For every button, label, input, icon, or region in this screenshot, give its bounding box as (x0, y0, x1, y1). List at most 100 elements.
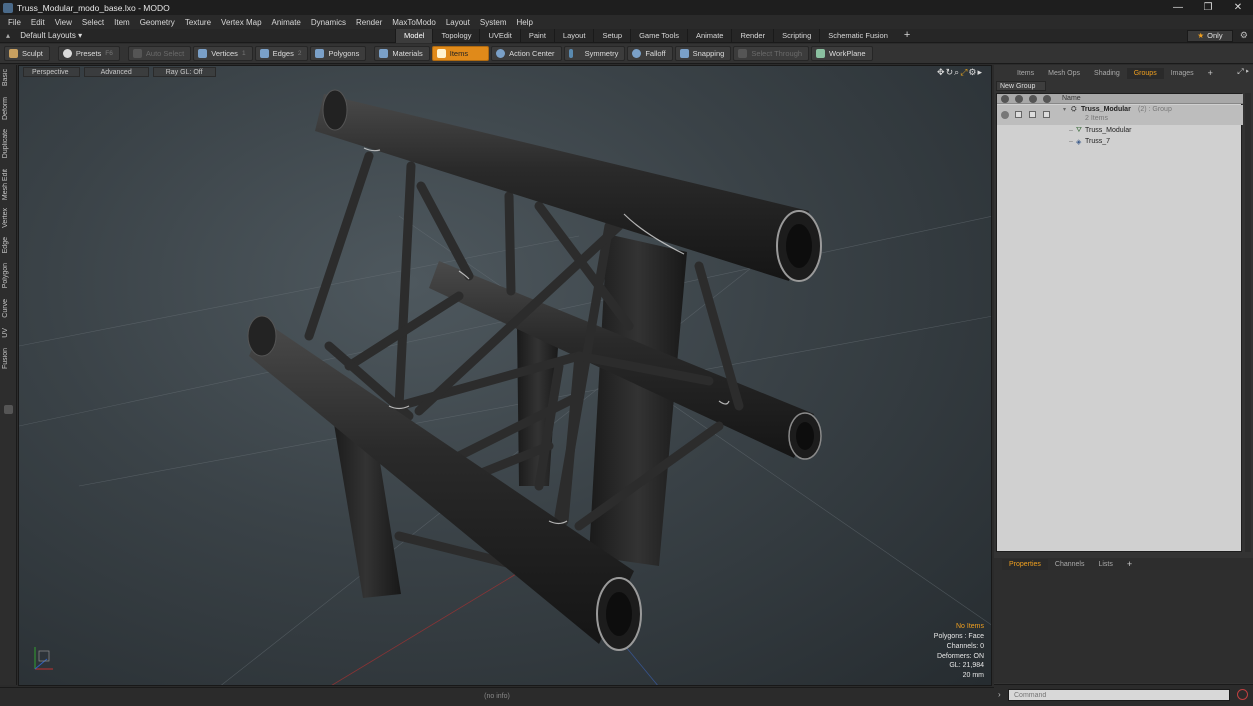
polygons-button[interactable]: Polygons (310, 46, 367, 61)
left-tab-polygon[interactable]: Polygon (2, 263, 9, 288)
eye-icon[interactable] (1001, 111, 1009, 119)
tab-render[interactable]: Render (731, 29, 773, 43)
menu-geometry[interactable]: Geometry (139, 18, 176, 27)
menu-dynamics[interactable]: Dynamics (310, 18, 347, 27)
tab-items[interactable]: Items (1010, 68, 1041, 79)
symmetry-label: Symmetry (584, 49, 619, 58)
perspective-view-button[interactable]: Perspective (23, 67, 80, 77)
action-center-button[interactable]: Action Center (491, 46, 562, 61)
expand-panel-icon[interactable]: ⤢ ▸ (1237, 67, 1249, 77)
pan-icon[interactable]: ✥ (937, 67, 946, 77)
add-panel-tab-button[interactable]: + (1201, 68, 1220, 79)
select-col-icon[interactable] (1043, 95, 1051, 103)
viewport-menu-icon[interactable]: ▸ (977, 67, 983, 77)
lock-checkbox[interactable] (1029, 111, 1036, 118)
viewport-header: Perspective Advanced Ray GL: Off ✥↻⌕⤢⚙▸ (19, 66, 991, 78)
new-group-button[interactable]: New Group (996, 81, 1046, 91)
tab-animate[interactable]: Animate (686, 29, 732, 43)
menu-help[interactable]: Help (516, 18, 534, 27)
advanced-shading-button[interactable]: Advanced (83, 67, 149, 77)
items-button[interactable]: Items (431, 46, 490, 61)
tab-model[interactable]: Model (395, 29, 433, 43)
tab-groups[interactable]: Groups (1126, 67, 1164, 79)
menu-select[interactable]: Select (81, 18, 105, 27)
menu-edit[interactable]: Edit (30, 18, 46, 27)
tab-schematic-fusion[interactable]: Schematic Fusion (819, 29, 896, 43)
edges-icon (259, 49, 269, 58)
restore-button[interactable]: ❐ (1193, 0, 1223, 15)
menu-vertex-map[interactable]: Vertex Map (220, 18, 262, 27)
menu-texture[interactable]: Texture (184, 18, 212, 27)
menu-maxtomodo[interactable]: MaxToModo (391, 18, 437, 27)
left-tab-basic[interactable]: Basic (2, 69, 9, 86)
left-tab-curve[interactable]: Curve (2, 299, 9, 318)
tab-mesh-ops[interactable]: Mesh Ops (1041, 68, 1087, 79)
menu-view[interactable]: View (54, 18, 73, 27)
list-item[interactable]: – ◈ Truss_7 (997, 137, 1243, 148)
minimize-button[interactable]: — (1163, 0, 1193, 15)
add-tab-button[interactable]: + (896, 29, 918, 43)
snapping-button[interactable]: Snapping (674, 46, 732, 61)
mesh-item-icon: ⛛ (1076, 127, 1082, 134)
render-checkbox[interactable] (1015, 111, 1022, 118)
viewport-stats: No Items Polygons : Face Channels: 0 Def… (934, 622, 984, 681)
select-through-button[interactable]: Select Through (733, 46, 810, 61)
only-toggle[interactable]: ★ Only (1187, 30, 1233, 42)
panel-toggle-icon[interactable] (4, 405, 13, 414)
record-macro-icon[interactable] (1237, 689, 1248, 700)
menu-animate[interactable]: Animate (271, 18, 302, 27)
group-row[interactable]: ▾ ⛭ Truss_Modular (2) : Group 2 Items (997, 105, 1243, 125)
command-input[interactable] (1008, 689, 1230, 701)
3d-viewport[interactable]: Perspective Advanced Ray GL: Off ✥↻⌕⤢⚙▸ … (18, 65, 992, 686)
falloff-button[interactable]: Falloff (627, 46, 673, 61)
collapse-toggle-icon[interactable]: ▾ (1063, 106, 1066, 113)
visibility-col-icon[interactable] (1001, 95, 1009, 103)
list-item[interactable]: – ⛛ Truss_Modular (997, 126, 1243, 137)
tab-shading[interactable]: Shading (1087, 68, 1127, 79)
left-tab-vertex[interactable]: Vertex (2, 208, 9, 228)
menu-layout[interactable]: Layout (445, 18, 471, 27)
edges-button[interactable]: Edges 2 (254, 46, 309, 61)
left-tab-edge[interactable]: Edge (2, 237, 9, 253)
ray-gl-toggle[interactable]: Ray GL: Off (152, 67, 216, 77)
tab-layout[interactable]: Layout (553, 29, 594, 43)
left-tab-duplicate[interactable]: Duplicate (2, 129, 9, 158)
tab-lists[interactable]: Lists (1091, 559, 1119, 570)
tab-setup[interactable]: Setup (593, 29, 630, 43)
menu-item[interactable]: Item (113, 18, 131, 27)
tab-properties[interactable]: Properties (1002, 558, 1048, 570)
render-col-icon[interactable] (1015, 95, 1023, 103)
tab-paint[interactable]: Paint (519, 29, 554, 43)
tab-uvedit[interactable]: UVEdit (479, 29, 519, 43)
default-layouts-label: Default Layouts ▾ (20, 31, 83, 40)
add-prop-tab-button[interactable]: + (1120, 559, 1139, 570)
menu-system[interactable]: System (479, 18, 508, 27)
left-tab-deform[interactable]: Deform (2, 97, 9, 120)
menu-render[interactable]: Render (355, 18, 383, 27)
tab-images[interactable]: Images (1164, 68, 1201, 79)
left-tab-mesh-edit[interactable]: Mesh Edit (2, 169, 9, 200)
tab-scripting[interactable]: Scripting (773, 29, 819, 43)
lock-col-icon[interactable] (1029, 95, 1037, 103)
vertices-button[interactable]: Vertices 1 (193, 46, 253, 61)
gear-icon[interactable]: ⚙ (1240, 30, 1248, 41)
left-tab-uv[interactable]: UV (2, 328, 9, 338)
auto-select-button[interactable]: Auto Select (127, 46, 192, 61)
symmetry-button[interactable]: Symmetry (563, 46, 626, 61)
default-layouts-dropdown[interactable]: ▴ Default Layouts ▾ (6, 31, 82, 40)
workplane-button[interactable]: WorkPlane (811, 46, 873, 61)
materials-button[interactable]: Materials (374, 46, 430, 61)
properties-panel (994, 570, 1253, 683)
presets-button[interactable]: Presets F6 (57, 46, 120, 61)
list-scrollbar[interactable] (1245, 93, 1251, 552)
tab-topology[interactable]: Topology (432, 29, 479, 43)
sculpt-button[interactable]: Sculpt (4, 46, 50, 61)
tab-game-tools[interactable]: Game Tools (630, 29, 687, 43)
menu-file[interactable]: File (7, 18, 22, 27)
tab-channels[interactable]: Channels (1048, 559, 1092, 570)
command-history-icon[interactable]: › (998, 690, 1001, 699)
close-button[interactable]: ✕ (1223, 0, 1253, 15)
rotate-icon[interactable]: ↻ (946, 67, 955, 77)
select-checkbox[interactable] (1043, 111, 1050, 118)
left-tab-fusion[interactable]: Fusion (2, 348, 9, 369)
